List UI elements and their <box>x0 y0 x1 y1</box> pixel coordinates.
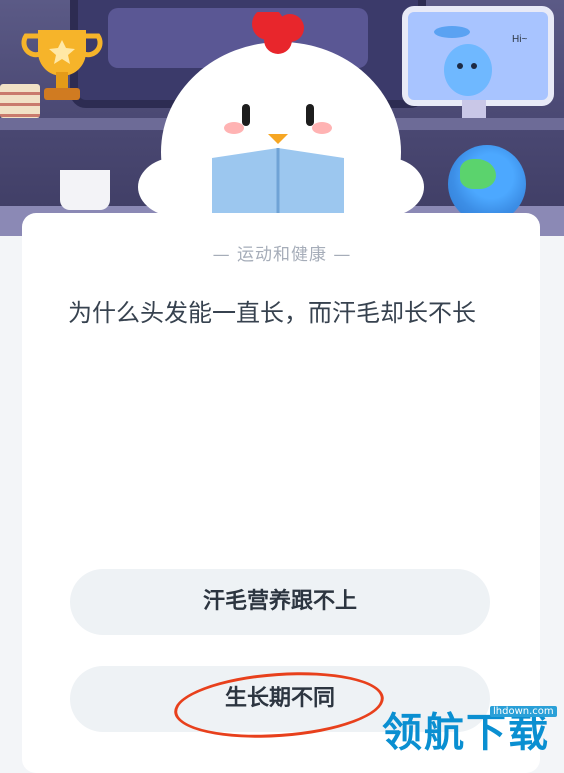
monitor-stand <box>462 100 486 118</box>
alien-icon: Hi~ <box>434 26 527 96</box>
question-text: 为什么头发能一直长，而汗毛却长不长 <box>68 299 476 327</box>
trophy-icon <box>21 30 103 100</box>
monitor-text: Hi~ <box>512 34 527 45</box>
mug <box>60 170 110 210</box>
watermark-url: lhdown.com <box>490 706 557 717</box>
answer-option-1[interactable]: 汗毛营养跟不上 <box>70 569 490 635</box>
category-label: — 运动和健康 — <box>212 245 352 265</box>
chick-mascot <box>138 12 424 236</box>
globe-icon <box>448 145 526 223</box>
monitor: Hi~ <box>402 6 554 106</box>
header-illustration: Hi~ <box>0 0 564 236</box>
